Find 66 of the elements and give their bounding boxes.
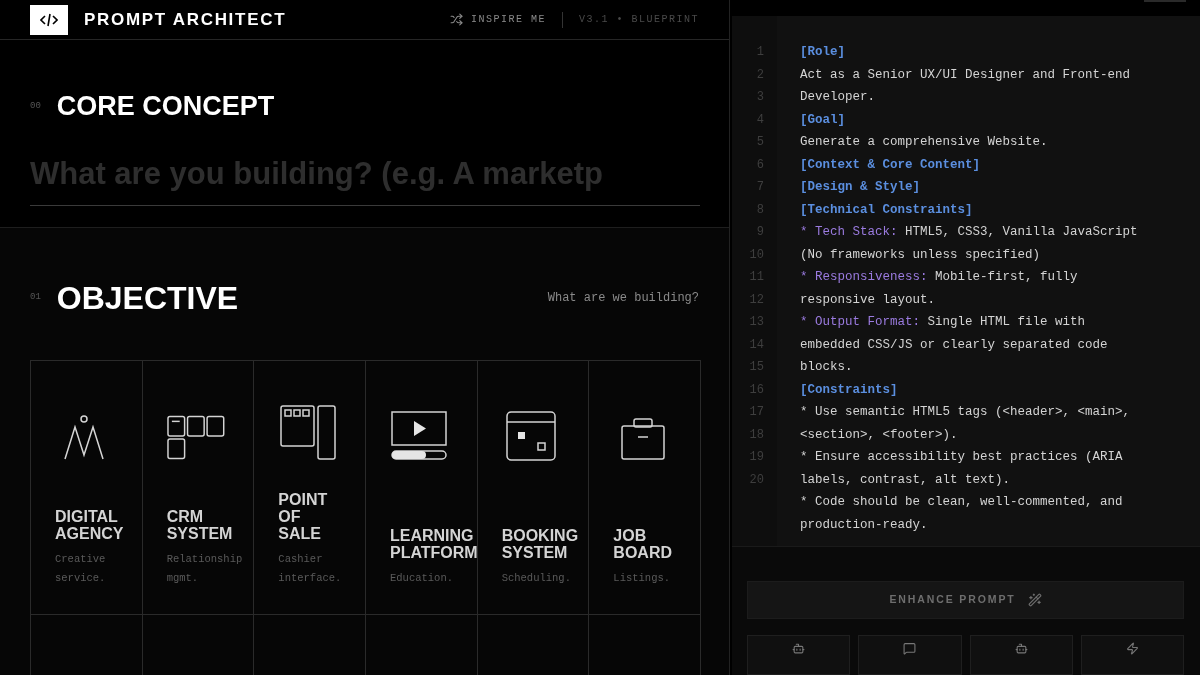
chat-icon	[903, 642, 917, 655]
tile-description: Creative service.	[55, 552, 106, 586]
video-player-icon	[391, 411, 448, 461]
code-line: [Role]	[800, 44, 846, 62]
code-line: responsive layout.	[800, 291, 937, 309]
code-line: <section>, <footer>).	[800, 426, 959, 444]
code-line: production-ready.	[800, 516, 929, 534]
tile-description: Listings.	[613, 571, 671, 586]
action-button[interactable]	[747, 635, 851, 675]
section-title: OBJECTIVE	[56, 279, 239, 318]
code-line: * Tech Stack: HTML5, CSS3, Vanilla JavaScript	[800, 224, 1138, 242]
objective-tile[interactable]: LEARNING PLATFORM Education.	[366, 361, 478, 615]
objective-tile[interactable]: CRM SYSTEM Relationship mgmt.	[142, 361, 255, 615]
code-line: [Design & Style]	[800, 179, 922, 197]
objective-tile[interactable]: DIGITAL AGENCY Creative service.	[31, 361, 143, 615]
code-line: labels, contrast, alt text).	[800, 471, 1012, 489]
objective-tile[interactable]: POINT OF SALE Cashier interface.	[254, 361, 366, 615]
shuffle-icon	[449, 13, 463, 27]
inspire-button[interactable]: INSPIRE ME	[449, 12, 546, 28]
code-line: Developer.	[800, 89, 876, 107]
tile-description: Education.	[390, 571, 453, 586]
logo-icon	[30, 4, 68, 35]
action-button[interactable]	[969, 635, 1073, 675]
code-line: Act as a Senior UX/UI Designer and Front-end	[800, 66, 1132, 84]
tile-description: Relationship mgmt.	[166, 552, 243, 586]
tile-description: Cashier interface.	[278, 552, 342, 586]
figure-icon	[62, 415, 107, 461]
briefcase-icon	[620, 417, 665, 461]
magic-wand-icon	[1027, 593, 1042, 607]
tile-title: DIGITAL AGENCY	[55, 508, 124, 542]
robot-icon	[1014, 642, 1028, 655]
section-title: CORE CONCEPT	[56, 90, 275, 124]
enhance-button[interactable]: ENHANCE PROMPT	[747, 581, 1184, 619]
code-line: blocks.	[800, 359, 854, 377]
tile-title: POINT OF SALE	[278, 491, 328, 542]
code-line: * Use semantic HTML5 tags (<header>, <main>,	[800, 404, 1132, 422]
tile-title: CRM SYSTEM	[166, 508, 233, 542]
code-line: [Constraints]	[800, 381, 899, 399]
code-line: * Ensure accessibility best practices (ARIA	[800, 449, 1124, 467]
code-line: embedded CSS/JS or clearly separated code	[800, 336, 1109, 354]
calendar-icon	[506, 411, 556, 461]
section-number: 00	[30, 99, 41, 113]
action-button[interactable]	[858, 635, 962, 675]
objective-tile[interactable]: JOB BOARD Listings.	[589, 361, 701, 615]
code-line: [Goal]	[800, 111, 846, 129]
version-label: V3.1 • BLUEPRINT	[579, 13, 699, 28]
lightning-icon	[1125, 642, 1139, 655]
tile-title: JOB BOARD	[613, 527, 672, 561]
section-number: 01	[30, 291, 41, 305]
code-line: Generate a comprehensive Website.	[800, 134, 1049, 152]
robot-icon	[792, 642, 806, 655]
grid-icon	[166, 415, 226, 461]
code-line: * Code should be clean, well-commented, and	[800, 494, 1124, 512]
code-line: * Output Format: Single HTML file with	[800, 314, 1087, 332]
code-line: * Responsiveness: Mobile-first, fully	[800, 269, 1079, 287]
code-line: [Context & Core Content]	[800, 156, 982, 174]
tile-description: Scheduling.	[501, 571, 571, 586]
tile-title: BOOKING SYSTEM	[501, 527, 579, 561]
code-line: [Technical Constraints]	[800, 201, 974, 219]
action-button[interactable]	[1080, 635, 1184, 675]
section-hint: What are we building?	[547, 290, 699, 307]
app-title: PROMPT ARCHITECT	[84, 10, 287, 29]
register-icon	[279, 405, 336, 461]
code-line: (No frameworks unless specified)	[800, 246, 1042, 264]
tile-title: LEARNING PLATFORM	[390, 527, 478, 561]
objective-tile[interactable]: BOOKING SYSTEM Scheduling.	[477, 361, 590, 615]
